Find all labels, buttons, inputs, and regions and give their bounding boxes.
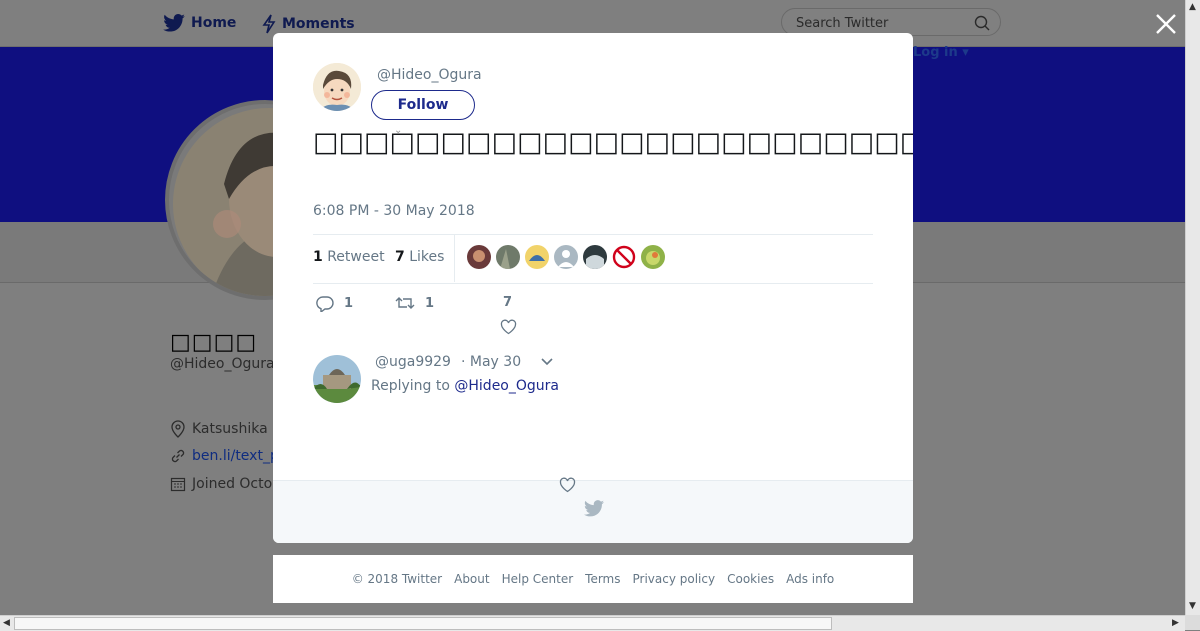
tweet-text: □□□□□□□□□□□□□□□□□□□□□□□□□□□□□□□□□□□□□□□□… — [313, 127, 913, 158]
scroll-down-arrow-icon[interactable]: ▼ — [1189, 601, 1196, 611]
tweet-stats: 1 Retweet 7 Likes — [313, 234, 873, 284]
profile-joined: Joined Octo — [170, 476, 272, 492]
retweet-icon — [395, 297, 415, 309]
scroll-left-arrow-icon[interactable]: ◀ — [3, 618, 10, 628]
reply-author-avatar[interactable] — [313, 355, 361, 403]
liker-avatars — [467, 245, 665, 269]
replying-to-link[interactable]: @Hideo_Ogura — [454, 378, 559, 394]
nav-moments[interactable]: Moments — [262, 14, 355, 34]
footer-link-help[interactable]: Help Center — [502, 572, 574, 586]
profile-location: Katsushika — [170, 420, 268, 438]
scrollbar-corner — [1185, 615, 1200, 630]
likes-count: 7 — [395, 249, 405, 265]
lightning-icon — [262, 14, 276, 34]
liker-avatar[interactable] — [554, 245, 578, 269]
replying-to-line: Replying to @Hideo_Ogura — [371, 378, 559, 394]
footer-copyright: © 2018 Twitter — [351, 572, 443, 586]
reply-action[interactable]: 1 — [316, 295, 353, 312]
login-link[interactable]: Log in ▾ — [913, 45, 969, 60]
reply-author-handle[interactable]: @uga9929 — [375, 354, 451, 370]
liker-avatar[interactable] — [612, 245, 636, 269]
tweet-author-handle[interactable]: @Hideo_Ogura — [377, 67, 482, 83]
footer-link-about[interactable]: About — [454, 572, 489, 586]
tweet-author-avatar[interactable] — [313, 63, 361, 111]
retweet-stat[interactable]: 1 Retweet — [313, 249, 385, 265]
heart-icon[interactable] — [500, 319, 517, 335]
reply-date[interactable]: · May 30 — [461, 354, 521, 370]
site-footer: © 2018 Twitter About Help Center Terms P… — [273, 555, 913, 603]
dome-photo-avatar — [313, 355, 361, 403]
liker-avatar[interactable] — [496, 245, 520, 269]
close-icon[interactable] — [1154, 12, 1178, 36]
twitter-bird-icon — [163, 14, 185, 32]
horizontal-scrollbar[interactable]: ◀ ▶ — [0, 615, 1185, 631]
retweet-stat-label: Retweet — [327, 249, 385, 265]
replying-prefix: Replying to — [371, 378, 450, 394]
link-icon — [171, 449, 185, 463]
liker-avatar[interactable] — [525, 245, 549, 269]
calendar-icon — [170, 477, 186, 492]
tweet-modal: @Hideo_Ogura Follow ⌄ □□□□□□□□□□□□□□□□□□… — [273, 33, 913, 543]
joined-text: Joined Octo — [192, 476, 273, 492]
liker-avatar[interactable] — [641, 245, 665, 269]
like-count-action[interactable]: 7 — [503, 295, 512, 310]
footer-link-ads[interactable]: Ads info — [786, 572, 834, 586]
retweet-count-action: 1 — [425, 295, 435, 311]
retweet-count: 1 — [313, 249, 323, 265]
profile-name: □□□□ — [170, 330, 258, 355]
location-text: Katsushika — [192, 421, 268, 437]
footer-link-terms[interactable]: Terms — [585, 572, 620, 586]
profile-handle: @Hideo_Ogura — [170, 356, 275, 372]
nav-home-label: Home — [191, 15, 237, 31]
vertical-scrollbar[interactable]: ▲ ▼ — [1185, 0, 1200, 615]
scroll-right-arrow-icon[interactable]: ▶ — [1172, 618, 1179, 628]
nav-home[interactable]: Home — [163, 14, 236, 32]
retweet-action[interactable]: 1 — [395, 295, 434, 311]
stats-divider — [454, 235, 455, 282]
horizontal-scroll-thumb[interactable] — [14, 617, 832, 630]
nav-moments-label: Moments — [282, 16, 355, 32]
likes-stat-label: Likes — [409, 249, 445, 265]
heart-icon[interactable] — [559, 477, 576, 493]
reply-count: 1 — [344, 296, 354, 311]
reply-tweet[interactable]: @uga9929 · May 30 Replying to @Hideo_Ogu… — [313, 354, 873, 503]
login-label: Log in — [913, 45, 958, 60]
website-link[interactable]: ben.li/text_p — [192, 448, 279, 464]
location-pin-icon — [171, 420, 185, 438]
tweet-timestamp[interactable]: 6:08 PM - 30 May 2018 — [313, 203, 475, 219]
like-count: 7 — [503, 295, 513, 310]
profile-website: ben.li/text_p — [170, 448, 279, 464]
search-icon[interactable] — [974, 15, 990, 31]
chevron-down-icon[interactable] — [541, 357, 553, 367]
likes-stat[interactable]: 7 Likes — [395, 249, 444, 265]
follow-button[interactable]: Follow — [371, 90, 475, 120]
twitter-bird-icon — [584, 500, 604, 517]
search-input[interactable] — [794, 13, 968, 33]
modal-footer — [273, 480, 913, 543]
caricature-avatar — [313, 63, 361, 111]
footer-link-cookies[interactable]: Cookies — [727, 572, 774, 586]
tweet-actions: 1 1 7 — [313, 293, 873, 343]
reply-icon — [316, 296, 334, 312]
liker-avatar[interactable] — [467, 245, 491, 269]
footer-link-privacy[interactable]: Privacy policy — [633, 572, 716, 586]
liker-avatar[interactable] — [583, 245, 607, 269]
scroll-up-arrow-icon[interactable]: ▲ — [1189, 2, 1196, 12]
search-box — [781, 8, 1001, 36]
